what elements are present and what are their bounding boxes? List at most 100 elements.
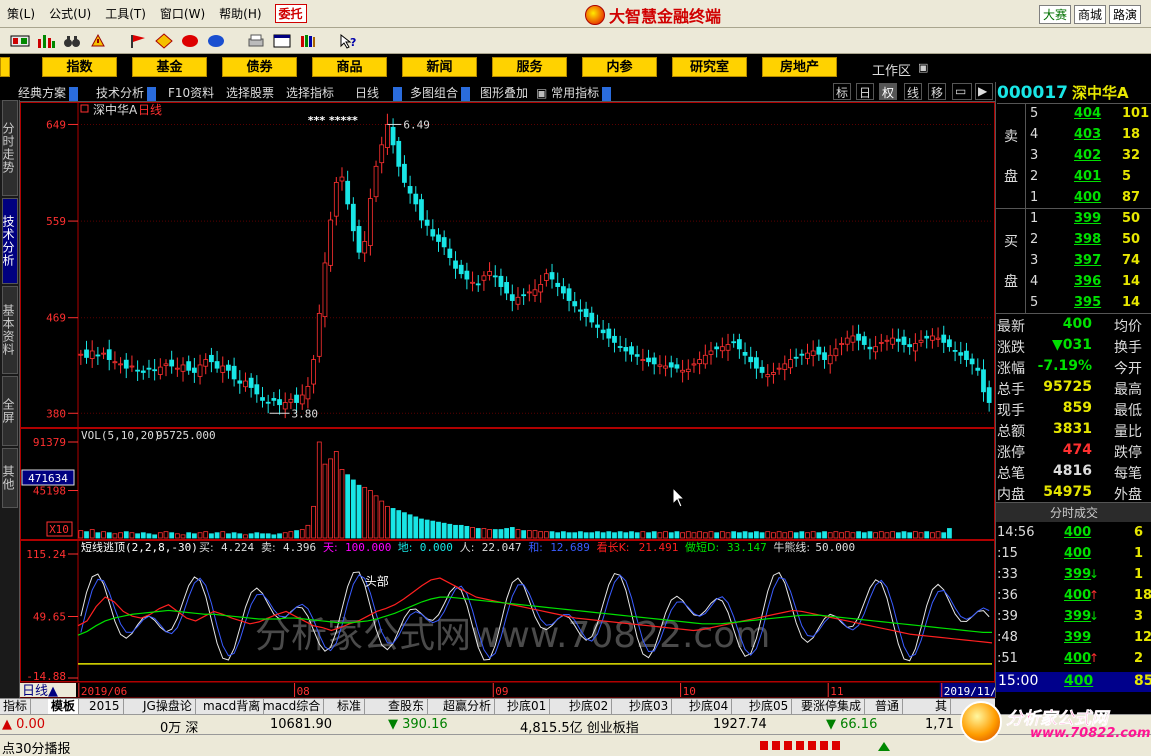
ctool-scheme[interactable]: 经典方案 [18, 84, 79, 101]
ctool-move[interactable]: 移 [928, 83, 947, 100]
ctool-day[interactable]: 日 [856, 83, 875, 100]
ctool-f10[interactable]: F10资料 [168, 84, 214, 101]
bid-row[interactable]: 5 395 14 [1026, 295, 1151, 316]
volume-bar [89, 529, 95, 539]
roadshow-button[interactable]: 路演 [1108, 5, 1141, 24]
chart-area[interactable]: 649 559 469 380 深中华A 日线 6.49 3.80 *** ***** VOL(5… [20, 102, 995, 698]
blue-disc-icon[interactable] [206, 32, 226, 50]
indicator-tab[interactable]: 要涨停集成 [798, 699, 866, 714]
ctool-play-icon[interactable]: ▶ [975, 83, 993, 100]
chart-bars-icon[interactable] [36, 32, 56, 50]
candle [373, 165, 379, 198]
indicator-tab[interactable]: macd背离 [200, 699, 265, 714]
indicator-tab[interactable]: 抄底04 [686, 699, 733, 714]
broadcast-text[interactable]: 点30分播报 [2, 738, 71, 756]
diamond-icon[interactable] [154, 32, 174, 50]
mall-button[interactable]: 商城 [1073, 5, 1106, 24]
indicator-tab[interactable]: 查股东 [385, 699, 429, 714]
vtab-fundamentals[interactable]: 基本资料 [1, 286, 18, 374]
ctool-weight[interactable]: 权 [879, 83, 898, 100]
volume-bar [146, 533, 152, 539]
osc-item-value: 4.224 [221, 541, 254, 554]
contest-button[interactable]: 大赛 [1038, 5, 1071, 24]
ctool-overlay[interactable]: 图形叠加 [480, 84, 528, 101]
nav-commodity[interactable]: 商品 [312, 57, 387, 77]
ctool-multi[interactable]: 多图组合 [410, 84, 471, 101]
indicator-tab[interactable]: 指标 [0, 699, 32, 714]
workarea-dropdown-icon[interactable]: ▣ [918, 61, 928, 74]
nav-insider[interactable]: 内参 [582, 57, 657, 77]
menu-window[interactable]: 窗口(W) [153, 5, 212, 22]
vtab-other[interactable]: 其他 [1, 448, 18, 508]
stock-code-header: 000017 深中华A [997, 82, 1151, 104]
indicator-tab[interactable]: JG操盘论 [140, 699, 196, 714]
ctool-period[interactable]: 日线 [355, 84, 403, 101]
bid-row[interactable]: 2 398 50 [1026, 232, 1151, 253]
indicator-tab[interactable]: 2015 [86, 699, 124, 714]
menu-tools[interactable]: 工具(T) [98, 5, 153, 22]
ask-row[interactable]: 1 400 87 [1026, 190, 1151, 211]
ctool-common[interactable]: ▣ 常用指标 [536, 84, 612, 101]
tick-row: :15 400 1 [997, 546, 1144, 561]
nav-research[interactable]: 研究室 [672, 57, 747, 77]
help-pointer-icon[interactable]: ? [338, 32, 358, 50]
candle [174, 367, 180, 370]
books-icon[interactable] [298, 32, 318, 50]
menu-help[interactable]: 帮助(H) [212, 5, 268, 22]
bid-row[interactable]: 3 397 74 [1026, 253, 1151, 274]
binoculars-icon[interactable] [62, 32, 82, 50]
quicknav-edge[interactable] [0, 57, 10, 77]
indicator-tab[interactable]: 抄底02 [566, 699, 613, 714]
indicator-tab[interactable]: 抄底01 [504, 699, 551, 714]
nav-index[interactable]: 指数 [42, 57, 117, 77]
menu-formula[interactable]: 公式(U) [42, 5, 98, 22]
ask-row[interactable]: 2 401 5 [1026, 169, 1151, 190]
ask-row[interactable]: 5 404 101 [1026, 106, 1151, 127]
bid-row[interactable]: 4 396 14 [1026, 274, 1151, 295]
workarea-label[interactable]: 工作区 [872, 60, 911, 79]
nav-service[interactable]: 服务 [492, 57, 567, 77]
ctool-mark[interactable]: 标 [833, 83, 852, 100]
nav-realestate[interactable]: 房地产 [762, 57, 837, 77]
ctool-select-stock[interactable]: 选择股票 [226, 84, 274, 101]
dropdown-icon[interactable] [69, 86, 79, 101]
indicator-tab[interactable]: 普通 [872, 699, 904, 714]
window-icon[interactable] [272, 32, 292, 50]
flag-icon[interactable] [128, 32, 148, 50]
period-label[interactable]: 日线▲ [22, 684, 58, 698]
weituo-button[interactable]: 委托 [274, 4, 307, 23]
vtab-intraday[interactable]: 分时走势 [1, 100, 18, 196]
vtab-technical[interactable]: 技术分析 [1, 198, 18, 284]
ask-row[interactable]: 4 403 18 [1026, 127, 1151, 148]
ctool-select-indicator[interactable]: 选择指标 [286, 84, 334, 101]
ticks-title[interactable]: 分时成交 [996, 502, 1151, 522]
menu-strategy[interactable]: 策(L) [0, 5, 42, 22]
vtab-fullscreen[interactable]: 全屏 [1, 376, 18, 446]
indicator-tab[interactable]: 超赢分析 [440, 699, 496, 714]
indicator-tab[interactable]: 模板 [48, 699, 80, 714]
dropdown-icon[interactable] [602, 86, 612, 101]
indicator-tab[interactable]: 其 [932, 699, 952, 714]
dropdown-icon[interactable] [461, 86, 471, 101]
ctool-line[interactable]: 线 [904, 83, 923, 100]
nav-news[interactable]: 新闻 [402, 57, 477, 77]
red-disc-icon[interactable] [180, 32, 200, 50]
nav-bond[interactable]: 债券 [222, 57, 297, 77]
indicator-tab[interactable]: 标准 [334, 699, 366, 714]
indicator-tab[interactable]: 抄底03 [626, 699, 673, 714]
ctool-tech[interactable]: 技术分析 [96, 84, 157, 101]
ctool-window-icon[interactable]: ▭ [952, 83, 972, 100]
print-icon[interactable] [246, 32, 266, 50]
indicator-tab[interactable]: macd综合 [260, 699, 325, 714]
bid-row[interactable]: 1 399 50 [1026, 211, 1151, 232]
kline-chart[interactable]: 649 559 469 380 深中华A 日线 6.49 3.80 *** ***** VOL(5… [20, 102, 995, 698]
candle [106, 349, 112, 360]
indicator-tab[interactable]: 抄底05 [746, 699, 793, 714]
candle [504, 282, 510, 294]
dropdown-icon[interactable] [147, 86, 157, 101]
dropdown-icon[interactable] [393, 86, 403, 101]
nav-fund[interactable]: 基金 [132, 57, 207, 77]
alarm-icon[interactable] [88, 32, 108, 50]
ask-row[interactable]: 3 402 32 [1026, 148, 1151, 169]
layout-icon[interactable] [10, 32, 30, 50]
